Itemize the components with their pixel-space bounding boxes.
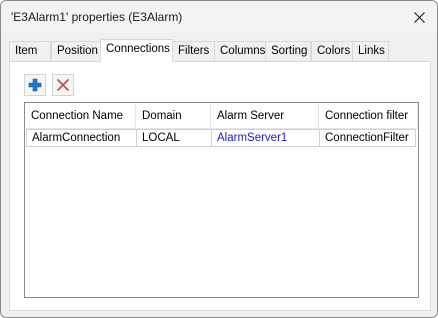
add-connection-button[interactable] [24,74,46,96]
close-icon [413,11,425,23]
tab-links[interactable]: Links [352,41,389,61]
plus-icon [28,78,42,92]
tab-connections[interactable]: Connections [100,39,173,62]
connections-panel: Connection Name Domain Alarm Server Conn… [9,61,431,311]
tab-filters[interactable]: Filters [172,41,215,61]
column-header-alarm-server[interactable]: Alarm Server [211,103,319,129]
table-header: Connection Name Domain Alarm Server Conn… [25,103,418,129]
connections-list[interactable]: Connection Name Domain Alarm Server Conn… [24,102,419,298]
x-icon [57,79,69,91]
cell-connection-filter: ConnectionFilter [325,132,409,144]
tab-label: Links [358,45,385,57]
table-row[interactable]: AlarmConnection LOCAL AlarmServer1 Conne… [26,129,416,147]
tab-label: Position [57,45,98,57]
tab-label: Connections [106,43,170,55]
tab-colors[interactable]: Colors [311,41,353,61]
tab-position[interactable]: Position [51,41,101,61]
tab-sorting[interactable]: Sorting [265,41,311,61]
window-title: 'E3Alarm1' properties (E3Alarm) [11,10,183,24]
tab-columns[interactable]: Columns [214,41,266,61]
tab-strip: Item Position Connections Filters Column… [9,39,435,62]
tab-label: Colors [317,45,351,57]
column-header-connection-name[interactable]: Connection Name [25,103,136,129]
cell-connection-name: AlarmConnection [27,130,137,146]
properties-dialog: 'E3Alarm1' properties (E3Alarm) Item Pos… [0,0,438,318]
column-header-domain[interactable]: Domain [136,103,211,129]
tab-label: Sorting [271,45,308,57]
tab-label: Item [15,45,38,57]
tab-item[interactable]: Item [9,41,51,61]
remove-connection-button[interactable] [52,74,74,96]
close-button[interactable] [405,4,433,30]
column-header-connection-filter[interactable]: Connection filter [319,103,418,129]
cell-domain: LOCAL [137,130,212,146]
tab-label: Columns [220,45,266,57]
cell-alarm-server[interactable]: AlarmServer1 [212,130,320,146]
title-bar: 'E3Alarm1' properties (E3Alarm) [1,1,437,33]
tab-label: Filters [178,45,210,57]
